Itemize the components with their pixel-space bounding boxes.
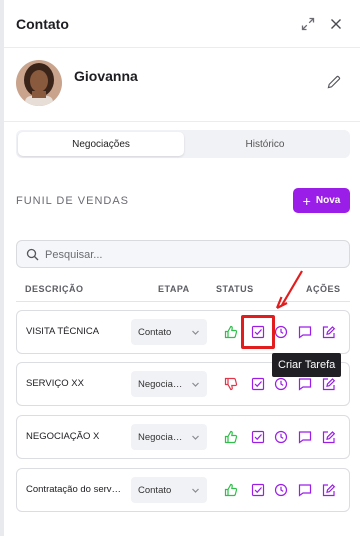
deal-description: VISITA TÉCNICA [26,326,100,337]
schedule-button[interactable] [274,377,288,391]
chevron-down-icon [192,382,199,387]
tab-negociacoes[interactable]: Negociações [18,132,184,156]
chevron-down-icon [192,435,199,440]
clock-icon [274,325,288,339]
contact-name: Giovanna [74,68,138,84]
table-row[interactable]: NEGOCIAÇÃO X Negociação [16,415,350,459]
stage-value: Negociação [138,379,184,390]
edit-icon [322,484,336,497]
stage-value: Contato [138,327,172,338]
contact-panel: Contato Giovanna Negociações Histórico F… [4,0,360,536]
thumbs-up-button[interactable] [224,483,238,497]
thumbs-down-icon [224,377,238,391]
message-button[interactable] [298,377,312,391]
new-deal-label: Nova [315,195,341,206]
edit-icon [322,431,336,444]
pencil-icon [327,75,341,89]
clock-icon [274,483,288,497]
message-button[interactable] [298,430,312,444]
column-header-status: STATUS [216,284,254,294]
table-row[interactable]: VISITA TÉCNICA Contato [16,310,350,354]
deal-description: SERVIÇO XX [26,378,84,389]
stage-select[interactable]: Contato [131,319,207,345]
deal-description: NEGOCIAÇÃO X [26,431,100,442]
stage-select[interactable]: Negociação [131,424,207,450]
close-button[interactable] [324,12,348,36]
edit-deal-button[interactable] [322,325,336,339]
clock-icon [274,430,288,444]
red-arrow-annotation [275,270,303,309]
schedule-button[interactable] [274,430,288,444]
task-checkbox-icon [251,377,265,391]
stage-select[interactable]: Negociação [131,371,207,397]
search-input[interactable] [45,245,335,265]
tabs: Negociações Histórico [16,130,350,158]
schedule-button[interactable] [274,483,288,497]
contact-card: Giovanna [4,48,360,122]
edit-contact-button[interactable] [326,74,346,94]
search-icon [26,248,39,261]
highlight-box [241,315,275,349]
search-box [16,240,350,268]
chat-icon [298,378,312,391]
task-checkbox-icon [251,483,265,497]
message-button[interactable] [298,325,312,339]
expand-icon [301,17,315,31]
close-icon [331,19,341,29]
avatar [16,60,62,106]
thumbs-down-button[interactable] [224,377,238,391]
edit-deal-button[interactable] [322,377,336,391]
chevron-down-icon [192,330,199,335]
stage-value: Contato [138,485,172,496]
create-task-button[interactable] [251,430,265,444]
thumbs-up-icon [224,430,238,444]
thumbs-up-button[interactable] [224,430,238,444]
chat-icon [298,484,312,497]
table-row[interactable]: Contratação do serviço Contato [16,468,350,512]
create-task-button[interactable] [251,483,265,497]
funnel-title: FUNIL DE VENDAS [16,195,130,207]
column-header-descricao: DESCRIÇÃO [25,284,84,294]
chat-icon [298,326,312,339]
panel-title: Contato [16,16,69,32]
clock-icon [274,377,288,391]
thumbs-up-icon [224,483,238,497]
new-deal-button[interactable]: + Nova [293,188,350,213]
edit-icon [322,378,336,391]
thumbs-up-icon [224,325,238,339]
column-header-acoes: AÇÕES [306,284,341,294]
stage-select[interactable]: Contato [131,477,207,503]
deal-description: Contratação do serviço [26,484,122,495]
stage-value: Negociação [138,432,184,443]
schedule-button[interactable] [274,325,288,339]
chevron-down-icon [192,488,199,493]
edit-deal-button[interactable] [322,430,336,444]
tab-historico[interactable]: Histórico [182,132,348,156]
create-task-button[interactable] [251,377,265,391]
tooltip: Criar Tarefa [272,353,342,377]
panel-header: Contato [4,0,360,48]
thumbs-up-button[interactable] [224,325,238,339]
edit-icon [322,326,336,339]
edit-deal-button[interactable] [322,483,336,497]
column-header-etapa: ETAPA [158,284,190,294]
message-button[interactable] [298,483,312,497]
plus-icon: + [302,192,311,209]
expand-button[interactable] [296,12,320,36]
chat-icon [298,431,312,444]
task-checkbox-icon [251,430,265,444]
